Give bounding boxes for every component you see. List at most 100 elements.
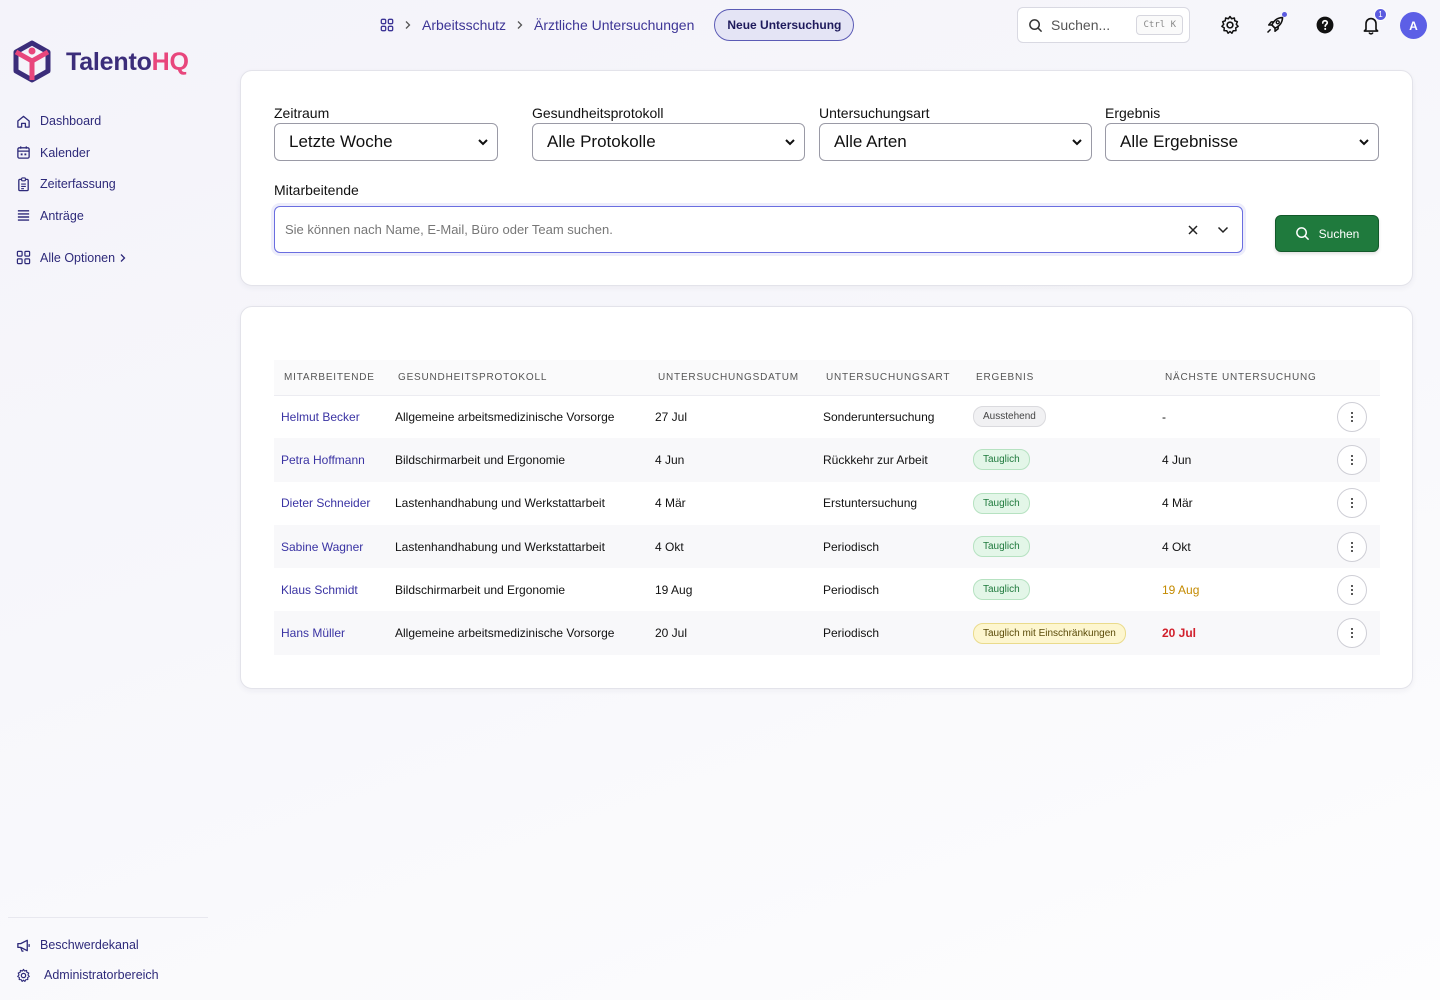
notifications-button[interactable]: 1 — [1360, 8, 1387, 36]
employee-name-link[interactable]: Hans Müller — [274, 611, 388, 654]
column-header-protocol[interactable]: GESUNDHEITSPROTOKOLL — [388, 360, 648, 395]
examinations-table: MITARBEITENDE GESUNDHEITSPROTOKOLL UNTER… — [274, 360, 1380, 655]
search-button-label: Suchen — [1318, 226, 1360, 241]
column-header-exam-type[interactable]: UNTERSUCHUNGSART — [816, 360, 966, 395]
global-search[interactable]: Suchen... Ctrl K — [1017, 7, 1190, 43]
gear-icon — [17, 968, 30, 982]
help-icon — [1316, 16, 1334, 34]
clipboard-icon — [18, 176, 29, 191]
exam-type-cell: Periodisch — [823, 539, 880, 554]
column-header-employee[interactable]: MITARBEITENDE — [274, 360, 388, 395]
column-header-next-exam[interactable]: NÄCHSTE UNTERSUCHUNG — [1155, 360, 1330, 395]
column-header-result[interactable]: ERGEBNIS — [966, 360, 1155, 395]
exam-date-cell: 4 Okt — [655, 539, 684, 554]
row-actions-button[interactable] — [1337, 618, 1367, 649]
employee-name-link[interactable]: Petra Hoffmann — [274, 438, 388, 481]
apps-grid-icon[interactable] — [380, 18, 394, 32]
settings-button[interactable] — [1219, 14, 1241, 36]
result-select-value: Alle Ergebnisse — [1120, 132, 1239, 151]
sidebar-item-label: Anträge — [40, 208, 84, 223]
table-row: Dieter Schneider Lastenhandhabung und We… — [274, 482, 1380, 525]
gear-icon — [1221, 15, 1239, 34]
actions-cell — [1330, 568, 1380, 611]
sidebar-item-label: Administratorbereich — [44, 968, 159, 982]
column-header-actions — [1330, 360, 1380, 395]
more-vertical-icon — [1351, 628, 1353, 639]
chevron-down-icon — [478, 139, 488, 146]
table-row: Klaus Schmidt Bildschirmarbeit und Ergon… — [274, 568, 1380, 611]
employee-name-link[interactable]: Sabine Wagner — [274, 525, 388, 568]
result-badge: Tauglich mit Einschränkungen — [973, 622, 1126, 644]
employees-dropdown-toggle[interactable] — [1214, 221, 1232, 239]
result-label: Ergebnis — [1105, 105, 1161, 121]
protocol-cell: Allgemeine arbeitsmedizinische Vorsorge — [395, 626, 615, 641]
brand-logo[interactable]: TalentoHQ — [12, 40, 189, 84]
search-icon — [1029, 18, 1043, 32]
sidebar-item-dashboard[interactable]: Dashboard — [16, 110, 127, 132]
result-cell: Tauglich mit Einschränkungen — [966, 611, 1155, 654]
chevron-right-icon — [405, 21, 411, 29]
sidebar-item-antraege[interactable]: Anträge — [16, 205, 127, 227]
breadcrumb-item[interactable]: Arbeitsschutz — [422, 17, 506, 33]
row-actions-button[interactable] — [1337, 401, 1367, 432]
row-actions-button[interactable] — [1337, 444, 1367, 475]
protocol-cell: Bildschirmarbeit und Ergonomie — [395, 452, 566, 467]
sidebar-item-label: Alle Optionen — [40, 250, 116, 265]
actions-cell — [1330, 438, 1380, 481]
breadcrumb-item-current[interactable]: Ärztliche Untersuchungen — [534, 17, 694, 33]
next-exam-cell: 4 Mär — [1162, 496, 1193, 511]
protocol-cell: Allgemeine arbeitsmedizinische Vorsorge — [395, 409, 615, 424]
employees-search-input[interactable] — [285, 222, 1176, 237]
result-badge: Tauglich — [973, 579, 1030, 601]
launch-button[interactable] — [1264, 12, 1287, 36]
examinations-panel: MITARBEITENDE GESUNDHEITSPROTOKOLL UNTER… — [240, 306, 1413, 689]
sidebar: TalentoHQ Dashboard Kalender Zeiterfassu… — [0, 0, 215, 1000]
more-vertical-icon — [1351, 541, 1353, 552]
row-actions-button[interactable] — [1337, 531, 1367, 562]
filter-panel: Zeitraum Letzte Woche Gesundheitsprotoko… — [240, 70, 1413, 286]
exam-type-cell: Periodisch — [823, 582, 880, 597]
sidebar-item-beschwerdekanal[interactable]: Beschwerdekanal — [16, 934, 139, 956]
type-select[interactable]: Alle Arten — [819, 123, 1092, 161]
result-select[interactable]: Alle Ergebnisse — [1105, 123, 1379, 161]
sidebar-item-zeiterfassung[interactable]: Zeiterfassung — [16, 173, 127, 195]
column-header-exam-date[interactable]: UNTERSUCHUNGSDATUM — [648, 360, 816, 395]
table-header-row: MITARBEITENDE GESUNDHEITSPROTOKOLL UNTER… — [274, 360, 1380, 395]
chevron-down-icon — [1359, 139, 1369, 146]
chevron-right-icon — [120, 253, 126, 262]
period-select[interactable]: Letzte Woche — [274, 123, 498, 161]
chevron-right-icon — [517, 21, 523, 29]
exam-date-cell: 19 Aug — [655, 582, 693, 597]
sidebar-item-label: Kalender — [40, 145, 91, 160]
result-badge: Tauglich — [973, 449, 1030, 471]
help-button[interactable] — [1314, 14, 1336, 36]
search-button[interactable]: Suchen — [1275, 215, 1379, 252]
chevron-down-icon — [1072, 139, 1082, 146]
employee-name-link[interactable]: Dieter Schneider — [274, 482, 388, 525]
row-actions-button[interactable] — [1337, 574, 1367, 605]
sidebar-item-administratorbereich[interactable]: Administratorbereich — [16, 964, 159, 986]
home-icon — [17, 115, 30, 128]
more-vertical-icon — [1351, 498, 1353, 509]
sidebar-item-kalender[interactable]: Kalender — [16, 142, 127, 164]
next-exam-cell: 20 Jul — [1162, 626, 1197, 641]
clear-button[interactable] — [1184, 221, 1202, 239]
new-examination-button[interactable]: Neue Untersuchung — [714, 9, 855, 41]
period-label: Zeitraum — [274, 105, 330, 121]
result-badge: Ausstehend — [973, 406, 1046, 428]
protocol-select[interactable]: Alle Protokolle — [532, 123, 805, 161]
protocol-cell: Lastenhandhabung und Werkstattarbeit — [395, 496, 605, 511]
cube-logo-icon — [13, 40, 51, 83]
sidebar-item-all-options[interactable]: Alle Optionen — [16, 247, 127, 269]
employees-combobox[interactable] — [274, 206, 1243, 253]
employee-name-link[interactable]: Helmut Becker — [274, 395, 388, 438]
global-search-placeholder: Suchen... — [1051, 17, 1111, 33]
user-avatar[interactable]: A — [1400, 12, 1427, 39]
sidebar-item-label: Zeiterfassung — [40, 177, 116, 191]
table-row: Hans Müller Allgemeine arbeitsmedizinisc… — [274, 611, 1380, 655]
rocket-icon — [1266, 16, 1284, 34]
employee-name-link[interactable]: Klaus Schmidt — [274, 568, 388, 611]
exam-type-cell: Periodisch — [823, 626, 880, 641]
row-actions-button[interactable] — [1337, 488, 1367, 519]
next-exam-cell: 19 Aug — [1162, 582, 1200, 597]
